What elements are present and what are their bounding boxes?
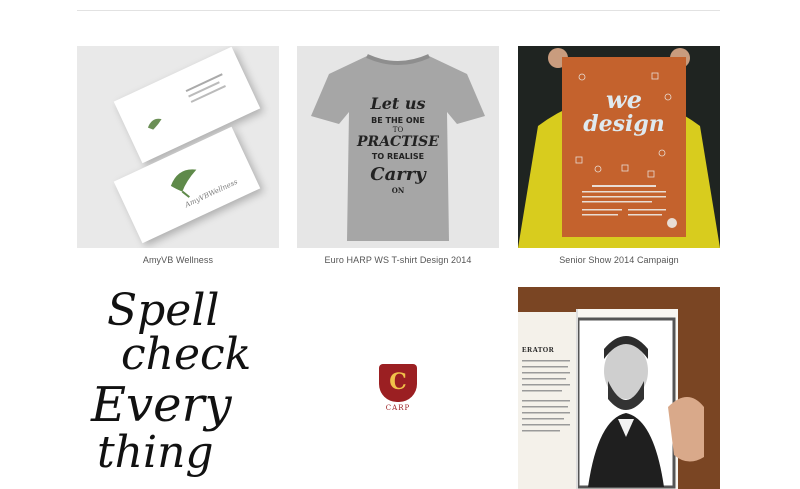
carp-logo-letter: C (389, 369, 407, 395)
tee-line-4: PRACTISE (357, 134, 439, 150)
project-thumbnail-lincoln-book[interactable]: ERATOR (518, 287, 720, 489)
lettering-word-4: thing (97, 427, 214, 478)
tee-line-3: TO (392, 126, 404, 134)
lettering-word-2: check (121, 329, 252, 380)
top-divider (77, 10, 720, 11)
project-thumbnail-senior-show[interactable]: we design (518, 46, 720, 248)
hand-icon (668, 397, 704, 462)
project-thumbnail-spell-check[interactable]: Spell check Every thing (77, 287, 279, 489)
poster: we design (562, 57, 686, 237)
tee-line-5: TO REALISE (371, 152, 425, 161)
lettering-word-3: Every (91, 377, 232, 433)
tee-line-1: Let us (370, 94, 426, 113)
tee-line-2: BE THE ONE (371, 116, 425, 125)
doodle-icons (575, 72, 677, 228)
project-thumbnail-carp[interactable]: C CARP (297, 287, 499, 489)
caption-senior-show[interactable]: Senior Show 2014 Campaign (518, 255, 720, 265)
tee-line-6: Carry (370, 164, 426, 185)
tee-line-7: ON (391, 186, 405, 195)
caption-euro-harp-tshirt[interactable]: Euro HARP WS T-shirt Design 2014 (297, 255, 499, 265)
project-thumbnail-euro-harp-tshirt[interactable]: Let us BE THE ONE TO PRACTISE TO REALISE… (297, 46, 499, 248)
project-thumbnail-amyvb-wellness[interactable]: AmyVBWellness (77, 46, 279, 248)
carp-shield-icon: C (379, 364, 417, 402)
caption-amyvb-wellness[interactable]: AmyVB Wellness (77, 255, 279, 265)
carp-logo-text: CARP (385, 404, 411, 412)
